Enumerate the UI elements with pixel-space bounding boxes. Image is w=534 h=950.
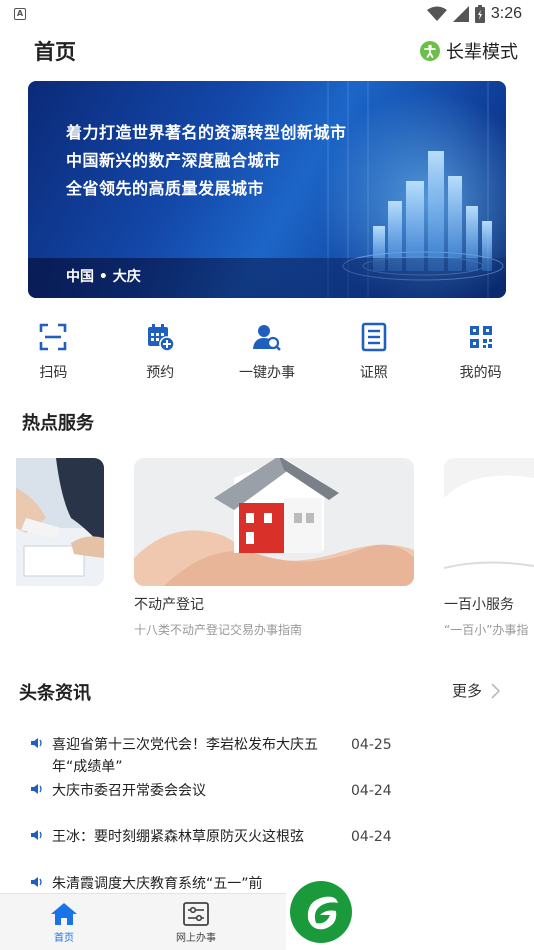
- document-list-icon: [361, 322, 387, 352]
- quick-action-appointment[interactable]: 预约: [107, 322, 214, 382]
- elder-mode-toggle[interactable]: 长辈模式: [420, 38, 518, 64]
- banner-footer: 中国 • 大庆: [66, 269, 141, 285]
- banner-line-1: 着力打造世界著名的资源转型创新城市: [66, 123, 347, 142]
- leaf-logo-icon: [307, 896, 338, 930]
- qr-code-icon: [469, 326, 492, 348]
- service-card-image: [16, 458, 104, 586]
- signal-icon: [452, 6, 469, 22]
- quick-actions: 扫码 预约 一键办事 证照 我的码: [0, 322, 534, 382]
- quick-action-label: 一键办事: [238, 365, 295, 381]
- tab-home[interactable]: 首页: [50, 902, 78, 944]
- user-search-icon: [252, 325, 281, 351]
- chevron-right-icon: [491, 682, 501, 699]
- news-item-title: 喜迎省第十三次党代会！李岩松发布大庆五年“成绩单”: [52, 737, 318, 775]
- calendar-add-icon: [148, 324, 175, 352]
- quick-action-my-code[interactable]: 我的码: [427, 322, 534, 382]
- bottom-nav: 首页 网上办事: [0, 893, 286, 950]
- news-item-title: 王冰：要时刻绷紧森林草原防灭火这根弦: [52, 829, 304, 845]
- news-item-date: 04-24: [351, 783, 392, 799]
- service-card-image: [134, 458, 414, 586]
- quick-action-label: 扫码: [39, 365, 68, 381]
- banner-line-2: 中国新兴的数产深度融合城市: [66, 151, 281, 170]
- tab-label: 首页: [54, 933, 74, 944]
- service-card-image: [444, 458, 534, 586]
- service-name: 一百小服务: [444, 597, 514, 613]
- status-indicators: 3:26: [426, 4, 522, 24]
- battery-icon: [474, 5, 485, 23]
- news-title: 头条资讯: [19, 683, 91, 704]
- app-notification-icon: A: [14, 8, 26, 20]
- quick-action-label: 预约: [146, 365, 175, 381]
- status-bar: A 3:26: [0, 0, 534, 28]
- service-card-real-estate[interactable]: [134, 458, 414, 586]
- home-icon: [51, 903, 77, 925]
- service-desc: 十八类不动产登记交易办事指南: [134, 623, 303, 637]
- wifi-icon: [426, 6, 447, 21]
- quick-action-scan[interactable]: 扫码: [0, 322, 107, 382]
- news-item-date: 04-24: [351, 829, 392, 845]
- hot-services-title: 热点服务: [22, 413, 94, 434]
- tab-label: 网上办事: [176, 933, 216, 944]
- news-more-link[interactable]: 更多: [452, 680, 501, 701]
- banner-line-3: 全省领先的高质量发展城市: [66, 179, 265, 198]
- service-card-100-services[interactable]: [444, 458, 534, 586]
- quick-action-one-click[interactable]: 一键办事: [214, 322, 321, 382]
- status-time: 3:26: [490, 5, 522, 22]
- page-title: 首页: [34, 40, 76, 64]
- service-desc: “一百小”办事指: [444, 623, 529, 637]
- quick-action-license[interactable]: 证照: [320, 322, 427, 382]
- news-item-title: 大庆市委召开常委会会议: [52, 783, 206, 799]
- news-item-title: 朱清霞调度大庆教育系统“五一”前: [52, 876, 263, 892]
- scan-icon: [40, 323, 67, 351]
- speaker-icon: [31, 877, 42, 887]
- speaker-icon: [31, 830, 42, 840]
- speaker-icon: [31, 738, 42, 748]
- tab-online-services[interactable]: 网上办事: [176, 902, 216, 944]
- news-item-date: 04-25: [351, 737, 392, 753]
- elder-mode-label: 长辈模式: [446, 42, 518, 63]
- speaker-icon: [31, 784, 42, 794]
- service-card[interactable]: [16, 458, 104, 586]
- service-name: 不动产登记: [134, 597, 204, 613]
- quick-action-label: 我的码: [459, 365, 502, 381]
- banner-carousel[interactable]: 着力打造世界著名的资源转型创新城市 中国新兴的数产深度融合城市 全省领先的高质量…: [28, 81, 506, 298]
- quick-action-label: 证照: [359, 365, 388, 381]
- app-logo-button[interactable]: [290, 881, 352, 943]
- more-label: 更多: [452, 682, 483, 700]
- accessibility-icon: [420, 41, 440, 61]
- settings-sliders-icon: [183, 902, 209, 926]
